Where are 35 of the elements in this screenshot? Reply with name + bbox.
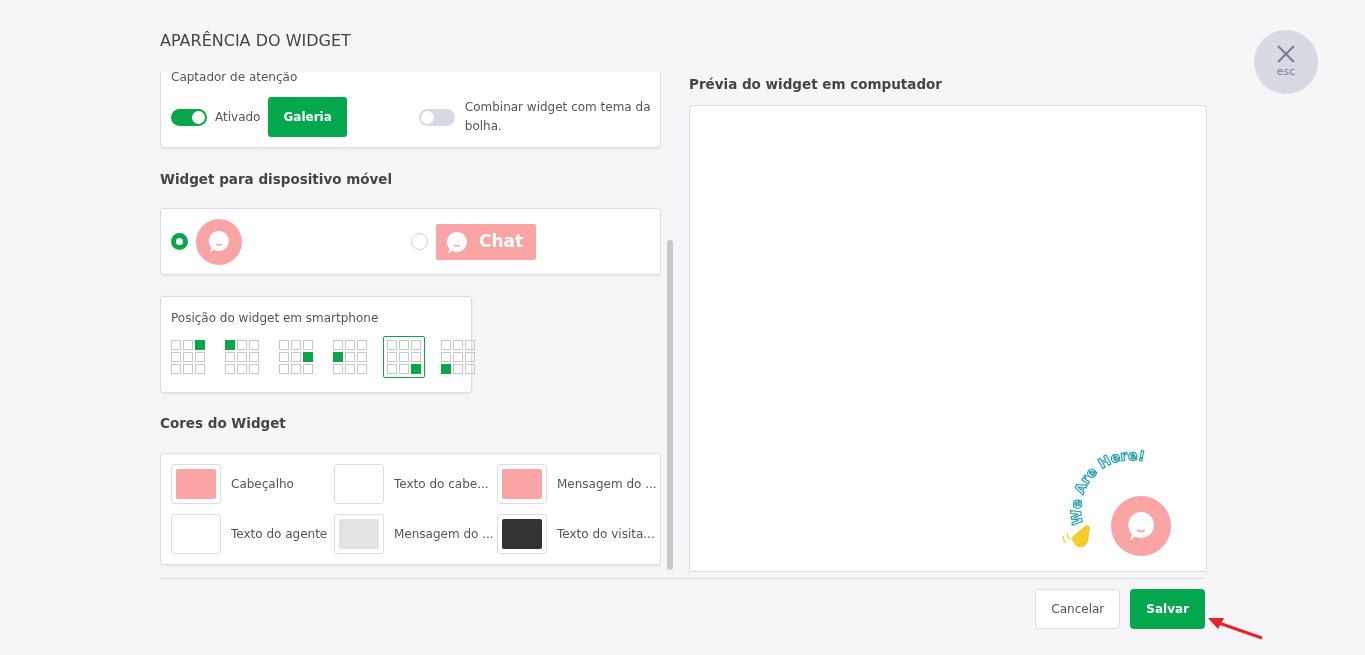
scrollbar[interactable] [667,240,673,570]
section-heading: Widget para dispositivo móvel [160,170,394,189]
color-label: Texto do visita... [557,525,655,543]
close-icon [1276,43,1296,64]
page-title: APARÊNCIA DO WIDGET [160,31,351,51]
gallery-button[interactable]: Galeria [268,97,347,137]
position-option[interactable] [383,336,425,379]
section-heading: Prévia do widget em computador [689,75,944,94]
color-label: Cabeçalho [231,475,294,493]
section-heading: Cores do Widget [160,414,287,434]
color-label: Texto do cabe... [394,475,489,493]
color-label: Mensagem do ... [394,525,494,543]
waving-hand-icon [1062,525,1090,548]
color-swatch[interactable] [171,513,221,554]
toggle-switch[interactable] [171,108,207,126]
card-title: Posição do widget em smartphone [171,310,380,328]
color-label: Mensagem do ... [557,475,657,493]
radio-button[interactable] [411,233,428,251]
radio-button[interactable] [171,233,188,251]
toggle-switch[interactable] [418,108,455,126]
card-title: Captador de atenção [171,72,299,83]
chat-bubble-icon [1111,496,1171,557]
save-button[interactable]: Salvar [1130,589,1205,629]
toggle-label: Combinar widget com tema da bolha. [464,99,652,135]
chat-button[interactable]: Chat [436,223,536,260]
color-swatch[interactable] [497,513,547,554]
chat-bubble-icon [196,218,242,265]
color-swatch[interactable] [334,463,384,504]
toggle-label: Ativado [215,109,261,126]
color-label: Texto do agente [231,525,328,543]
close-button[interactable]: esc [1254,30,1318,94]
cancel-button[interactable]: Cancelar [1035,589,1121,629]
color-swatch[interactable] [171,463,221,504]
color-swatch[interactable] [334,513,384,554]
color-swatch[interactable] [497,463,547,504]
